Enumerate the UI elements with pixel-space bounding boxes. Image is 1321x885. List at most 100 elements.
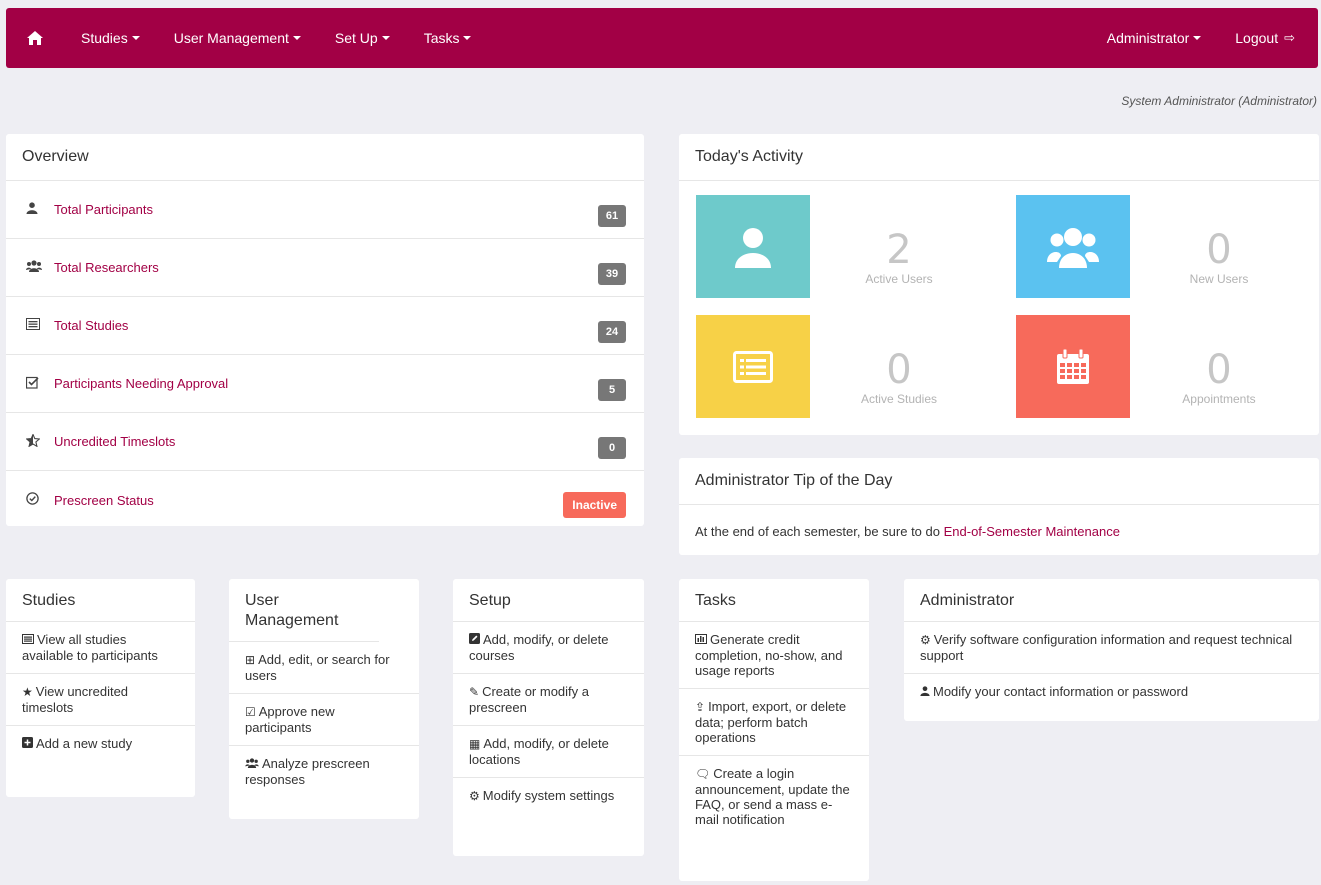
overview-title: Overview — [6, 134, 644, 181]
overview-row-participants: Total Participants 61 — [6, 181, 644, 239]
active-users-stat: 2 Active Users — [834, 230, 964, 286]
prescreen-status-link[interactable]: Prescreen Status — [54, 493, 154, 508]
total-researchers-link[interactable]: Total Researchers — [54, 260, 159, 275]
list-alt-icon — [22, 633, 34, 647]
administrator-panel: Administrator ⚙ Verify software configura… — [904, 579, 1319, 721]
nav-tasks[interactable]: Tasks — [407, 30, 489, 46]
overview-row-approval: Participants Needing Approval 5 — [6, 355, 644, 413]
tip-body: At the end of each semester, be sure to … — [679, 505, 1319, 558]
add-edit-search-users-link[interactable]: ⊞ Add, edit, or search for users — [229, 642, 419, 694]
participants-needing-approval-link[interactable]: Participants Needing Approval — [54, 376, 228, 391]
logout-link[interactable]: Logout ⇨ — [1218, 30, 1312, 46]
import-export-link[interactable]: ⇪ Import, export, or delete data; perform… — [679, 689, 869, 756]
users-icon — [26, 260, 54, 275]
analyze-prescreen-label: Analyze prescreen responses — [245, 756, 370, 787]
add-edit-search-users-label: Add, edit, or search for users — [245, 652, 390, 683]
tasks-panel: Tasks Generate credit completion, no-sho… — [679, 579, 869, 881]
overview-row-timeslots: Uncredited Timeslots 0 — [6, 413, 644, 471]
locations-label: Add, modify, or delete locations — [469, 736, 609, 767]
total-studies-link[interactable]: Total Studies — [54, 318, 128, 333]
locations-link[interactable]: ▦ Add, modify, or delete locations — [453, 726, 644, 778]
analyze-prescreen-link[interactable]: Analyze prescreen responses — [229, 746, 419, 797]
active-users-label: Active Users — [865, 272, 933, 286]
contact-info-label: Modify your contact information or passw… — [933, 684, 1189, 699]
system-settings-link[interactable]: ⚙ Modify system settings — [453, 778, 644, 814]
generate-reports-label: Generate credit completion, no-show, and… — [695, 632, 843, 678]
new-users-stat: 0 New Users — [1154, 230, 1284, 286]
list-alt-icon — [733, 350, 773, 383]
user-icon — [920, 685, 930, 699]
check-circle-icon — [26, 492, 54, 508]
caret-down-icon — [131, 36, 140, 40]
nav-administrator-label: Administrator — [1106, 30, 1190, 46]
active-studies-count: 0 — [886, 347, 912, 393]
plus-square-icon: ⊞ — [245, 653, 256, 667]
nav-administrator[interactable]: Administrator — [1090, 30, 1218, 46]
star-half-icon: ★ — [22, 685, 33, 699]
caret-down-icon — [463, 36, 472, 40]
gears-icon: ⚙ — [920, 633, 931, 647]
building-icon: ▦ — [469, 737, 481, 751]
count-badge: 61 — [598, 205, 626, 227]
count-badge: 5 — [598, 379, 626, 401]
view-uncredited-timeslots-link[interactable]: ★ View uncredited timeslots — [6, 674, 195, 726]
user-management-title: User Management — [229, 579, 379, 642]
count-badge: 24 — [598, 321, 626, 343]
edit-square-icon — [469, 633, 480, 647]
overview-row-studies: Total Studies 24 — [6, 297, 644, 355]
active-users-count: 2 — [886, 227, 912, 273]
home-icon[interactable] — [6, 30, 64, 46]
overview-row-researchers: Total Researchers 39 — [6, 239, 644, 297]
end-of-semester-link[interactable]: End-of-Semester Maintenance — [944, 524, 1120, 539]
appointments-stat: 0 Appointments — [1154, 350, 1284, 406]
view-all-studies-link[interactable]: View all studies available to participan… — [6, 622, 195, 674]
users-icon — [245, 757, 259, 771]
studies-panel: Studies View all studies available to pa… — [6, 579, 195, 797]
tip-title: Administrator Tip of the Day — [679, 458, 1319, 505]
new-users-count: 0 — [1206, 227, 1232, 273]
overview-panel: Overview Total Participants 61 Total Res… — [6, 134, 644, 526]
nav-setup-label: Set Up — [334, 30, 378, 46]
software-config-link[interactable]: ⚙ Verify software configuration informati… — [904, 622, 1319, 674]
nav-setup[interactable]: Set Up — [318, 30, 407, 46]
announcement-link[interactable]: 🗨 Create a login announcement, update the… — [679, 756, 869, 837]
overview-row-prescreen: Prescreen Status Inactive — [6, 471, 644, 529]
check-square-icon: ☑ — [245, 705, 256, 719]
logout-icon: ⇨ — [1284, 30, 1295, 45]
tip-of-the-day-panel: Administrator Tip of the Day At the end … — [679, 458, 1319, 555]
contact-info-link[interactable]: Modify your contact information or passw… — [904, 674, 1319, 710]
upload-icon: ⇪ — [695, 700, 706, 714]
prescreen-link[interactable]: ✎ Create or modify a prescreen — [453, 674, 644, 726]
approve-participants-label: Approve new participants — [245, 704, 335, 735]
active-users-tile[interactable] — [696, 195, 810, 298]
nav-studies[interactable]: Studies — [64, 30, 157, 46]
new-users-tile[interactable] — [1016, 195, 1130, 298]
appointments-label: Appointments — [1182, 392, 1256, 406]
courses-label: Add, modify, or delete courses — [469, 632, 609, 663]
nav-user-management[interactable]: User Management — [157, 30, 318, 46]
caret-down-icon — [1193, 36, 1202, 40]
setup-title: Setup — [453, 579, 644, 622]
status-badge: Inactive — [563, 492, 626, 518]
caret-down-icon — [292, 36, 301, 40]
uncredited-timeslots-link[interactable]: Uncredited Timeslots — [54, 434, 175, 449]
appointments-tile[interactable] — [1016, 315, 1130, 418]
add-new-study-link[interactable]: Add a new study — [6, 726, 195, 762]
nav-tasks-label: Tasks — [423, 30, 460, 46]
todays-activity-panel: Today's Activity 2 Active Users 0 New Us… — [679, 134, 1319, 435]
star-half-icon — [25, 432, 54, 450]
approve-participants-link[interactable]: ☑ Approve new participants — [229, 694, 419, 746]
plus-square-icon — [22, 737, 33, 751]
new-users-label: New Users — [1189, 272, 1249, 286]
courses-link[interactable]: Add, modify, or delete courses — [453, 622, 644, 674]
generate-reports-link[interactable]: Generate credit completion, no-show, and… — [679, 622, 869, 689]
total-participants-link[interactable]: Total Participants — [54, 202, 153, 217]
announcement-label: Create a login announcement, update the … — [695, 766, 850, 827]
user-icon — [26, 202, 54, 217]
active-studies-label: Active Studies — [860, 392, 938, 406]
top-navbar: Studies User Management Set Up Tasks Adm… — [6, 8, 1318, 68]
active-studies-tile[interactable] — [696, 315, 810, 418]
system-settings-label: Modify system settings — [482, 788, 615, 803]
users-icon — [1047, 227, 1099, 268]
studies-title: Studies — [6, 579, 195, 622]
